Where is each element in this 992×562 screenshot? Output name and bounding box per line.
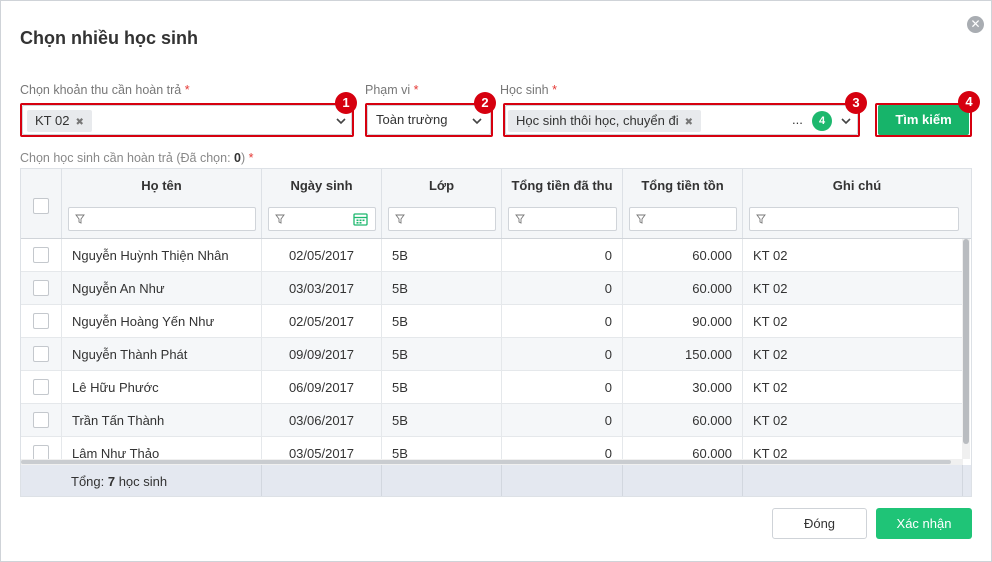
multi-student-dialog: Chọn nhiều học sinh ✕ Chọn khoản thu cần… <box>0 0 992 562</box>
column-header-collected[interactable]: Tổng tiền đã thu <box>502 178 622 193</box>
scrollbar-thumb[interactable] <box>963 239 969 444</box>
column-header-birthday[interactable]: Ngày sinh <box>262 178 381 193</box>
filter-icon <box>275 214 285 224</box>
filter-icon <box>636 214 646 224</box>
select-all-checkbox[interactable] <box>33 198 49 214</box>
highlight-box-3 <box>503 103 860 137</box>
step-badge-4: 4 <box>958 91 980 113</box>
filter-input-note[interactable] <box>749 207 959 231</box>
row-checkbox[interactable] <box>33 313 49 329</box>
column-header-note[interactable]: Ghi chú <box>743 178 971 193</box>
step-badge-1: 1 <box>335 92 357 114</box>
grid-body: Nguyễn Huỳnh Thiện Nhân 02/05/2017 5B 0 … <box>21 239 971 459</box>
highlight-box-4 <box>875 103 972 137</box>
selection-caption: Chọn học sinh cần hoàn trả (Đã chọn: 0) … <box>20 151 254 165</box>
close-button[interactable]: Đóng <box>772 508 867 539</box>
table-row[interactable]: Nguyễn Huỳnh Thiện Nhân 02/05/2017 5B 0 … <box>21 239 963 272</box>
filter-icon <box>515 214 525 224</box>
table-row[interactable]: Trần Tấn Thành 03/06/2017 5B 0 60.000 KT… <box>21 404 963 437</box>
vertical-scrollbar[interactable] <box>962 239 970 459</box>
scope-label: Phạm vi * <box>365 83 419 97</box>
filter-icon <box>756 214 766 224</box>
confirm-button[interactable]: Xác nhận <box>876 508 972 539</box>
column-header-class[interactable]: Lớp <box>382 178 501 193</box>
dialog-title: Chọn nhiều học sinh <box>20 28 198 48</box>
fee-label: Chọn khoản thu cần hoàn trả * <box>20 83 190 97</box>
table-row[interactable]: Nguyễn An Như 03/03/2017 5B 0 60.000 KT … <box>21 272 963 305</box>
table-row[interactable]: Lâm Như Thảo 03/05/2017 5B 0 60.000 KT 0… <box>21 437 963 459</box>
row-checkbox[interactable] <box>33 346 49 362</box>
step-badge-3: 3 <box>845 92 867 114</box>
student-grid: Họ tên Ngày sinh Lớp Tổng tiền đã thu Tổ… <box>20 168 972 497</box>
grid-summary-row: Tổng: 7 học sinh <box>21 465 971 496</box>
row-checkbox[interactable] <box>33 280 49 296</box>
total-summary: Tổng: 7 học sinh <box>71 474 168 489</box>
grid-header: Họ tên Ngày sinh Lớp Tổng tiền đã thu Tổ… <box>21 169 971 239</box>
filter-icon <box>395 214 405 224</box>
step-badge-2: 2 <box>474 92 496 114</box>
filter-input-name[interactable] <box>68 207 256 231</box>
close-icon[interactable]: ✕ <box>967 16 984 33</box>
table-row[interactable]: Lê Hữu Phước 06/09/2017 5B 0 30.000 KT 0… <box>21 371 963 404</box>
student-label: Học sinh * <box>500 83 557 97</box>
highlight-box-2 <box>365 103 493 137</box>
row-checkbox[interactable] <box>33 412 49 428</box>
highlight-box-1 <box>20 103 354 137</box>
filter-input-class[interactable] <box>388 207 496 231</box>
table-row[interactable]: Nguyễn Hoàng Yến Như 02/05/2017 5B 0 90.… <box>21 305 963 338</box>
table-row[interactable]: Nguyễn Thành Phát 09/09/2017 5B 0 150.00… <box>21 338 963 371</box>
filter-input-balance[interactable] <box>629 207 737 231</box>
row-checkbox[interactable] <box>33 379 49 395</box>
filter-icon <box>75 214 85 224</box>
column-header-name[interactable]: Họ tên <box>62 178 261 193</box>
column-header-balance[interactable]: Tổng tiền tồn <box>623 178 742 193</box>
calendar-icon[interactable] <box>353 212 368 226</box>
row-checkbox[interactable] <box>33 445 49 459</box>
filter-input-collected[interactable] <box>508 207 617 231</box>
filter-input-birthday[interactable] <box>268 207 376 231</box>
row-checkbox[interactable] <box>33 247 49 263</box>
scrollbar-thumb[interactable] <box>21 460 951 464</box>
